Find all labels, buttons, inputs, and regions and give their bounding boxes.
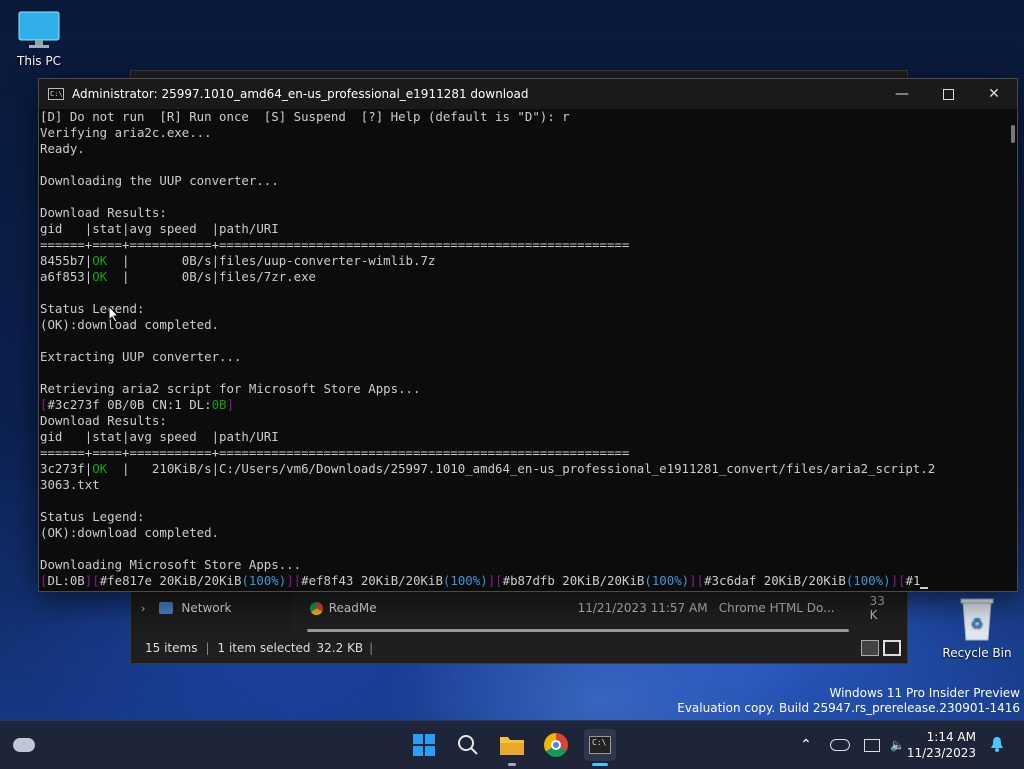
monitor-icon [18,11,60,48]
chevron-up-icon[interactable]: ⌃ [796,737,816,753]
close-icon: ✕ [988,86,1000,102]
notification-bell-icon[interactable] [990,736,1004,752]
file-explorer-taskbar-button[interactable] [496,729,528,766]
console-line: Downloading the UUP converter... [40,173,279,188]
console-line [39,541,1001,557]
clock-date: 11/23/2023 [906,746,976,760]
recycle-bin-icon: ♻ [960,598,994,641]
console-line: Retrieving aria2 script for Microsoft St… [40,381,421,396]
network-status-icon[interactable] [864,738,880,752]
navigation-pane: › Network [131,591,291,631]
console-line [39,365,1001,381]
system-tray: ⌃ 🔈 [796,721,905,769]
file-list-row[interactable]: ReadMe 11/21/2023 11:57 AM Chrome HTML D… [306,594,896,622]
console-window[interactable]: C:\ Administrator: 25997.1010_amd64_en-u… [38,78,1018,592]
tiles-view-button[interactable] [883,640,901,656]
details-view-button[interactable] [861,640,879,656]
this-pc-desktop-icon[interactable]: This PC [10,10,68,68]
start-icon [413,734,435,756]
file-explorer-icon [500,737,524,755]
console-line [39,157,1001,173]
console-line: (OK):download completed. [40,317,220,332]
title-bar[interactable]: C:\ Administrator: 25997.1010_amd64_en-u… [39,79,1017,109]
window-title: Administrator: 25997.1010_amd64_en-us_pr… [72,87,529,101]
running-indicator [508,763,516,766]
clock[interactable]: 1:14 AM 11/23/2023 [907,729,976,761]
terminal-taskbar-button[interactable]: C:\ [584,729,616,766]
console-line [39,285,1001,301]
console-output[interactable]: [D] Do not run [R] Run once [S] Suspend … [39,109,1001,591]
file-name: ReadMe [328,601,377,615]
svg-text:♻: ♻ [971,616,984,632]
console-line: Status Legend: [40,301,145,316]
console-line: [DL:0B][#fe817e 20KiB/20KiB(100%)][#ef8f… [39,573,1001,589]
minimize-button[interactable]: — [879,79,925,109]
status-item-count: 15 items [145,641,198,655]
console-line: 3c273f|OK | 210KiB/s|C:/Users/vm6/Downlo… [40,461,936,476]
console-line: Extracting UUP converter... [40,349,242,364]
onedrive-icon[interactable] [830,739,850,751]
console-line: a6f853|OK | 0B/s|files/7zr.exe [40,269,317,284]
status-selection: 1 item selected [217,641,311,655]
console-line: Status Legend: [40,509,145,524]
maximize-icon [942,88,954,100]
nav-item-network[interactable]: › Network [141,601,232,615]
file-type: Chrome HTML Do... [718,601,835,615]
recycle-bin-desktop-icon[interactable]: ♻ Recycle Bin [940,596,1014,660]
console-line: [#3c273f 0B/0B CN:1 DL:0B] [40,397,234,412]
file-size: 33 K [869,594,885,622]
console-line: 8455b7|OK | 0B/s|files/uup-converter-wim… [40,253,436,268]
evaluation-watermark: Windows 11 Pro Insider Preview Evaluatio… [677,686,1020,716]
active-indicator [592,763,608,766]
maximize-button[interactable] [925,79,971,109]
console-line [39,333,1001,349]
status-selection-size: 32.2 KB [316,641,364,655]
console-line: ======+====+===========+================… [40,237,630,252]
console-line [39,189,1001,205]
console-line: ======+====+===========+================… [40,445,630,460]
console-line: gid |stat|avg speed |path/URI [40,221,279,236]
this-pc-label: This PC [17,54,61,68]
nav-item-label: Network [181,601,232,615]
cmd-icon: C:\ [48,88,64,100]
console-line: gid |stat|avg speed |path/URI [40,429,279,444]
file-date: 11/21/2023 11:57 AM [577,601,708,615]
widgets-button[interactable] [8,729,40,761]
console-line [39,493,1001,509]
volume-icon[interactable]: 🔈 [890,738,905,752]
mouse-cursor-icon [108,305,120,323]
watermark-edition: Windows 11 Pro Insider Preview [829,686,1020,700]
search-button[interactable] [452,729,484,761]
watermark-build: Evaluation copy. Build 25947.rs_prerelea… [677,701,1020,715]
console-scrollbar-thumb[interactable] [1011,125,1015,143]
minimize-icon: — [895,86,909,102]
console-line: [D] Do not run [R] Run once [S] Suspend … [40,109,570,124]
start-button[interactable] [408,729,440,761]
chrome-taskbar-button[interactable] [540,729,572,761]
taskbar: C:\ ⌃ 🔈 1:14 AM 11/23/2023 [0,720,1024,769]
clock-time: 1:14 AM [926,730,976,744]
console-line: Verifying aria2c.exe... [40,125,212,140]
console-line: (OK):download completed. [40,525,220,540]
chevron-right-icon[interactable]: › [141,602,145,615]
console-line: Download Results: [40,205,167,220]
console-line: Downloading Microsoft Store Apps... [40,557,302,572]
recycle-bin-label: Recycle Bin [942,646,1012,660]
search-icon [458,735,478,755]
weather-icon [13,738,35,752]
chrome-icon [544,733,568,757]
status-bar: 15 items | 1 item selected 32.2 KB | [131,633,907,663]
close-button[interactable]: ✕ [971,79,1017,109]
network-icon [159,602,174,614]
console-line: Ready. [40,141,85,156]
chrome-file-icon [310,601,323,615]
console-line: Download Results: [40,413,167,428]
console-line: 3063.txt [40,477,100,492]
horizontal-scrollbar[interactable] [307,629,849,632]
terminal-icon: C:\ [589,736,611,754]
